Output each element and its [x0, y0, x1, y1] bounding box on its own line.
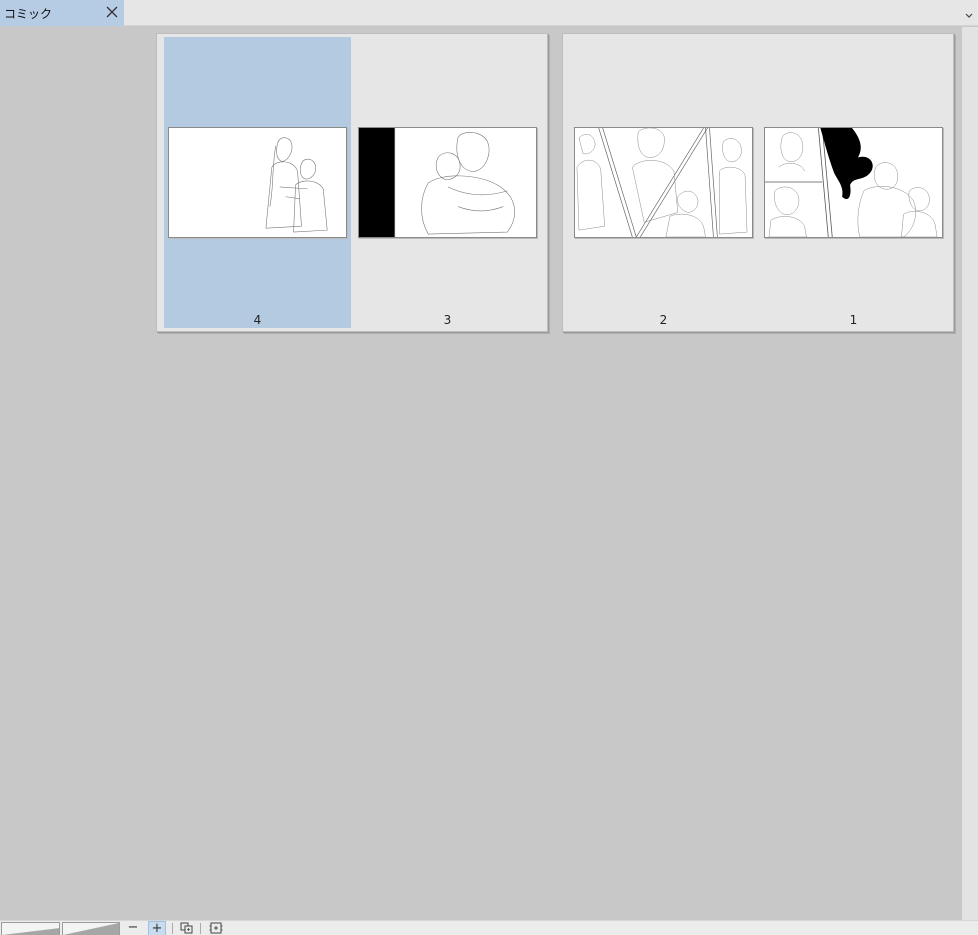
- page-4[interactable]: 4: [164, 37, 351, 328]
- plus-icon: +: [151, 921, 163, 935]
- page-thumbnail[interactable]: [168, 127, 347, 238]
- bottom-toolbar: − +: [0, 920, 978, 935]
- page-number: 4: [253, 313, 262, 327]
- toolbar-divider: [200, 923, 201, 934]
- close-icon[interactable]: [104, 4, 120, 20]
- zoom-in-button[interactable]: +: [148, 921, 166, 935]
- chevron-down-icon[interactable]: [964, 6, 974, 18]
- toolbar-divider: [172, 923, 173, 934]
- page-settings-icon: [209, 922, 223, 934]
- page-2[interactable]: 2: [570, 37, 757, 328]
- page-4-artwork: [265, 137, 328, 233]
- duplicate-pages-icon: [180, 922, 193, 934]
- page-number: 2: [659, 313, 668, 327]
- page-thumbnail[interactable]: [358, 127, 537, 238]
- zoom-slider[interactable]: [62, 922, 120, 935]
- tab-label: コミック: [4, 7, 53, 21]
- page-thumbnail[interactable]: [764, 127, 943, 238]
- minus-icon: −: [127, 920, 139, 935]
- page-1-artwork: [765, 128, 938, 237]
- page-1[interactable]: 1: [760, 37, 947, 328]
- vertical-scrollbar[interactable]: [962, 27, 978, 920]
- tab-bar: コミック: [0, 0, 978, 26]
- duplicate-page-button[interactable]: [178, 921, 196, 935]
- spread-pages-4-3: 4 3: [156, 33, 548, 332]
- page-2-artwork: [576, 128, 748, 237]
- page-settings-button[interactable]: [207, 921, 225, 935]
- tab-comic[interactable]: コミック: [0, 0, 124, 26]
- zoom-out-button[interactable]: −: [124, 921, 142, 935]
- page-3[interactable]: 3: [354, 37, 541, 328]
- spread-pages-2-1: 2 1: [562, 33, 954, 332]
- thumbnail-size-slider[interactable]: [1, 922, 60, 935]
- page-thumbnail[interactable]: [574, 127, 753, 238]
- page-3-artwork: [359, 128, 515, 237]
- page-number: 3: [443, 313, 452, 327]
- page-number: 1: [849, 313, 858, 327]
